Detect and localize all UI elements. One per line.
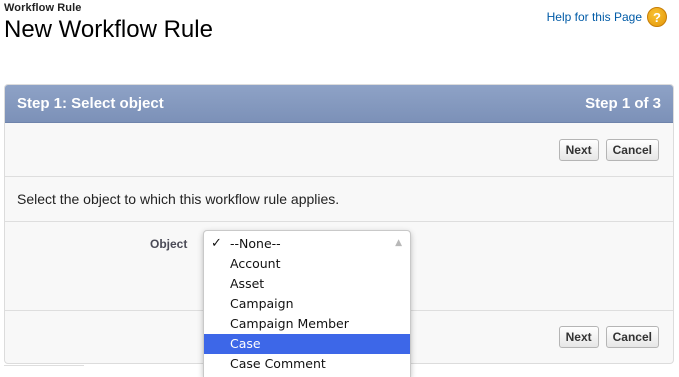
dropdown-option-label: Campaign Member [230, 316, 349, 331]
dropdown-options: ✓ --None-- Account Asset Campaign Campaign Me… [204, 234, 410, 374]
page-header: Workflow Rule New Workflow Rule [4, 2, 213, 44]
object-select-dropdown[interactable]: ▲ ✓ --None-- Account Asset Campaign Campaign … [203, 230, 411, 377]
divider [4, 365, 84, 366]
dropdown-option[interactable]: Campaign [204, 294, 410, 314]
dropdown-option[interactable]: Campaign Member [204, 314, 410, 334]
step-count: Step 1 of 3 [585, 95, 661, 112]
dropdown-option[interactable]: ✓ --None-- [204, 234, 410, 254]
dropdown-option-label: Case Comment [230, 356, 326, 371]
panel-header: Step 1: Select object Step 1 of 3 [5, 85, 673, 123]
top-button-row: Next Cancel [5, 123, 673, 177]
object-label: Object [150, 237, 188, 251]
page-title: New Workflow Rule [4, 16, 213, 43]
dropdown-option[interactable]: Case Comment [204, 354, 410, 374]
dropdown-option[interactable]: Case [204, 334, 410, 354]
next-button-top[interactable]: Next [558, 138, 599, 161]
next-button-bottom[interactable]: Next [558, 326, 599, 348]
cancel-button-bottom[interactable]: Cancel [605, 326, 659, 348]
help-link[interactable]: Help for this Page ? [547, 7, 667, 27]
dropdown-option[interactable]: Asset [204, 274, 410, 294]
question-icon[interactable]: ? [647, 7, 667, 27]
dropdown-option-label: --None-- [230, 236, 281, 251]
instruction-text: Select the object to which this workflow… [5, 177, 673, 222]
cancel-button-top[interactable]: Cancel [605, 138, 659, 161]
dropdown-option[interactable]: Account [204, 254, 410, 274]
step-title: Step 1: Select object [17, 95, 164, 112]
dropdown-option-label: Account [230, 256, 281, 271]
dropdown-option-label: Case [230, 336, 261, 351]
dropdown-option-label: Campaign [230, 296, 294, 311]
help-link-label[interactable]: Help for this Page [547, 10, 642, 24]
page-type: Workflow Rule [4, 2, 82, 14]
check-icon: ✓ [211, 236, 222, 251]
dropdown-option-label: Asset [230, 276, 265, 291]
